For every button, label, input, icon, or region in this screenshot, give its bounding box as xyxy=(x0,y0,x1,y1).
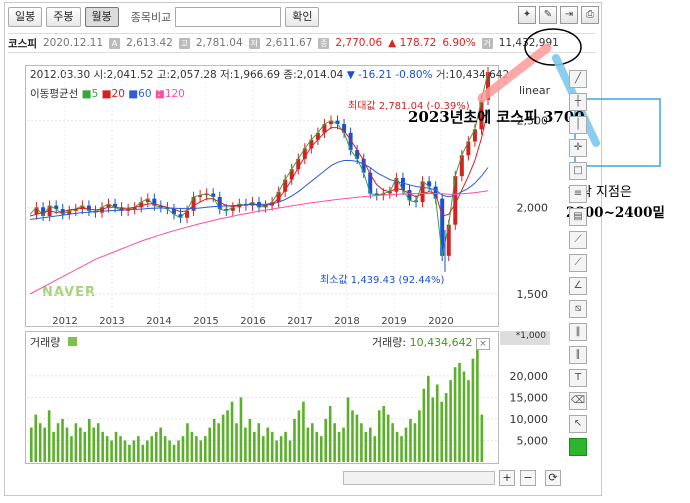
regression-icon[interactable]: ⟋ xyxy=(569,231,587,249)
x-tick-label: 2017 xyxy=(287,316,312,327)
volume-readout: 거래량: 10,434,642 × xyxy=(372,334,490,350)
volume-readout-value: 10,434,642 xyxy=(409,336,473,349)
annotation-red-stroke xyxy=(477,43,552,103)
volume-label-text: 거래량 xyxy=(30,336,61,349)
volume-chart-area[interactable] xyxy=(25,331,499,464)
trendline-icon[interactable]: ╱ xyxy=(569,70,587,88)
color-icon[interactable] xyxy=(569,438,587,456)
parallel-icon[interactable]: ∥ xyxy=(569,346,587,364)
annotation-text-1: 2023년초에 코스피 3700 xyxy=(408,108,585,126)
fan-icon[interactable]: ⟋ xyxy=(569,254,587,272)
refresh-button[interactable]: ⟳ xyxy=(545,470,561,486)
x-tick-label: 2013 xyxy=(99,316,124,327)
hline-icon[interactable]: ┼ xyxy=(569,93,587,111)
volume-close-icon[interactable]: × xyxy=(476,338,490,350)
volume-label: 거래량 xyxy=(30,334,78,350)
price-y-tick-label: 1,500 xyxy=(517,288,549,301)
x-tick-label: 2014 xyxy=(146,316,171,327)
cross-icon[interactable]: ✛ xyxy=(569,139,587,157)
volume-y-tick-label: 5,000 xyxy=(517,434,549,447)
bars-icon[interactable]: ‖ xyxy=(569,323,587,341)
x-tick-label: 2016 xyxy=(240,316,265,327)
pointer-icon[interactable]: ↖ xyxy=(569,415,587,433)
eraser-icon[interactable]: ⌫ xyxy=(569,392,587,410)
x-tick-label: 2019 xyxy=(381,316,406,327)
channel-icon[interactable]: ▤ xyxy=(569,208,587,226)
rect-icon[interactable]: □ xyxy=(569,162,587,180)
fib-icon[interactable]: ≡ xyxy=(569,185,587,203)
volume-y-tick-label: 20,000 xyxy=(510,370,549,383)
diagonal-icon[interactable]: ⧅ xyxy=(569,300,587,318)
volume-y-tick-label: 10,000 xyxy=(510,413,549,426)
zoom-out-button[interactable]: − xyxy=(520,470,536,486)
time-scrollbar[interactable] xyxy=(343,471,495,485)
zoom-in-button[interactable]: + xyxy=(499,470,515,486)
price-y-tick-label: 2,000 xyxy=(517,201,549,214)
volume-unit: *1,000 xyxy=(500,331,550,345)
x-tick-label: 2015 xyxy=(193,316,218,327)
volume-y-tick-label: 15,000 xyxy=(510,391,549,404)
min-value-label: 최소값 1,439.43 (92.44%) xyxy=(320,274,445,286)
volume-swatch xyxy=(68,337,78,346)
volume-readout-label: 거래량: xyxy=(372,336,407,349)
angle-icon[interactable]: ∠ xyxy=(569,277,587,295)
vline-icon[interactable]: │ xyxy=(569,116,587,134)
x-tick-label: 2018 xyxy=(334,316,359,327)
x-tick-label: 2020 xyxy=(428,316,453,327)
drawing-tools: ╱ ┼ │ ✛ □ ≡ ▤ ⟋ ⟋ ∠ ⧅ ‖ ∥ T ⌫ ↖ xyxy=(569,70,589,461)
ma-line-5 xyxy=(29,71,489,257)
text-icon[interactable]: T xyxy=(569,369,587,387)
x-tick-label: 2012 xyxy=(52,316,77,327)
